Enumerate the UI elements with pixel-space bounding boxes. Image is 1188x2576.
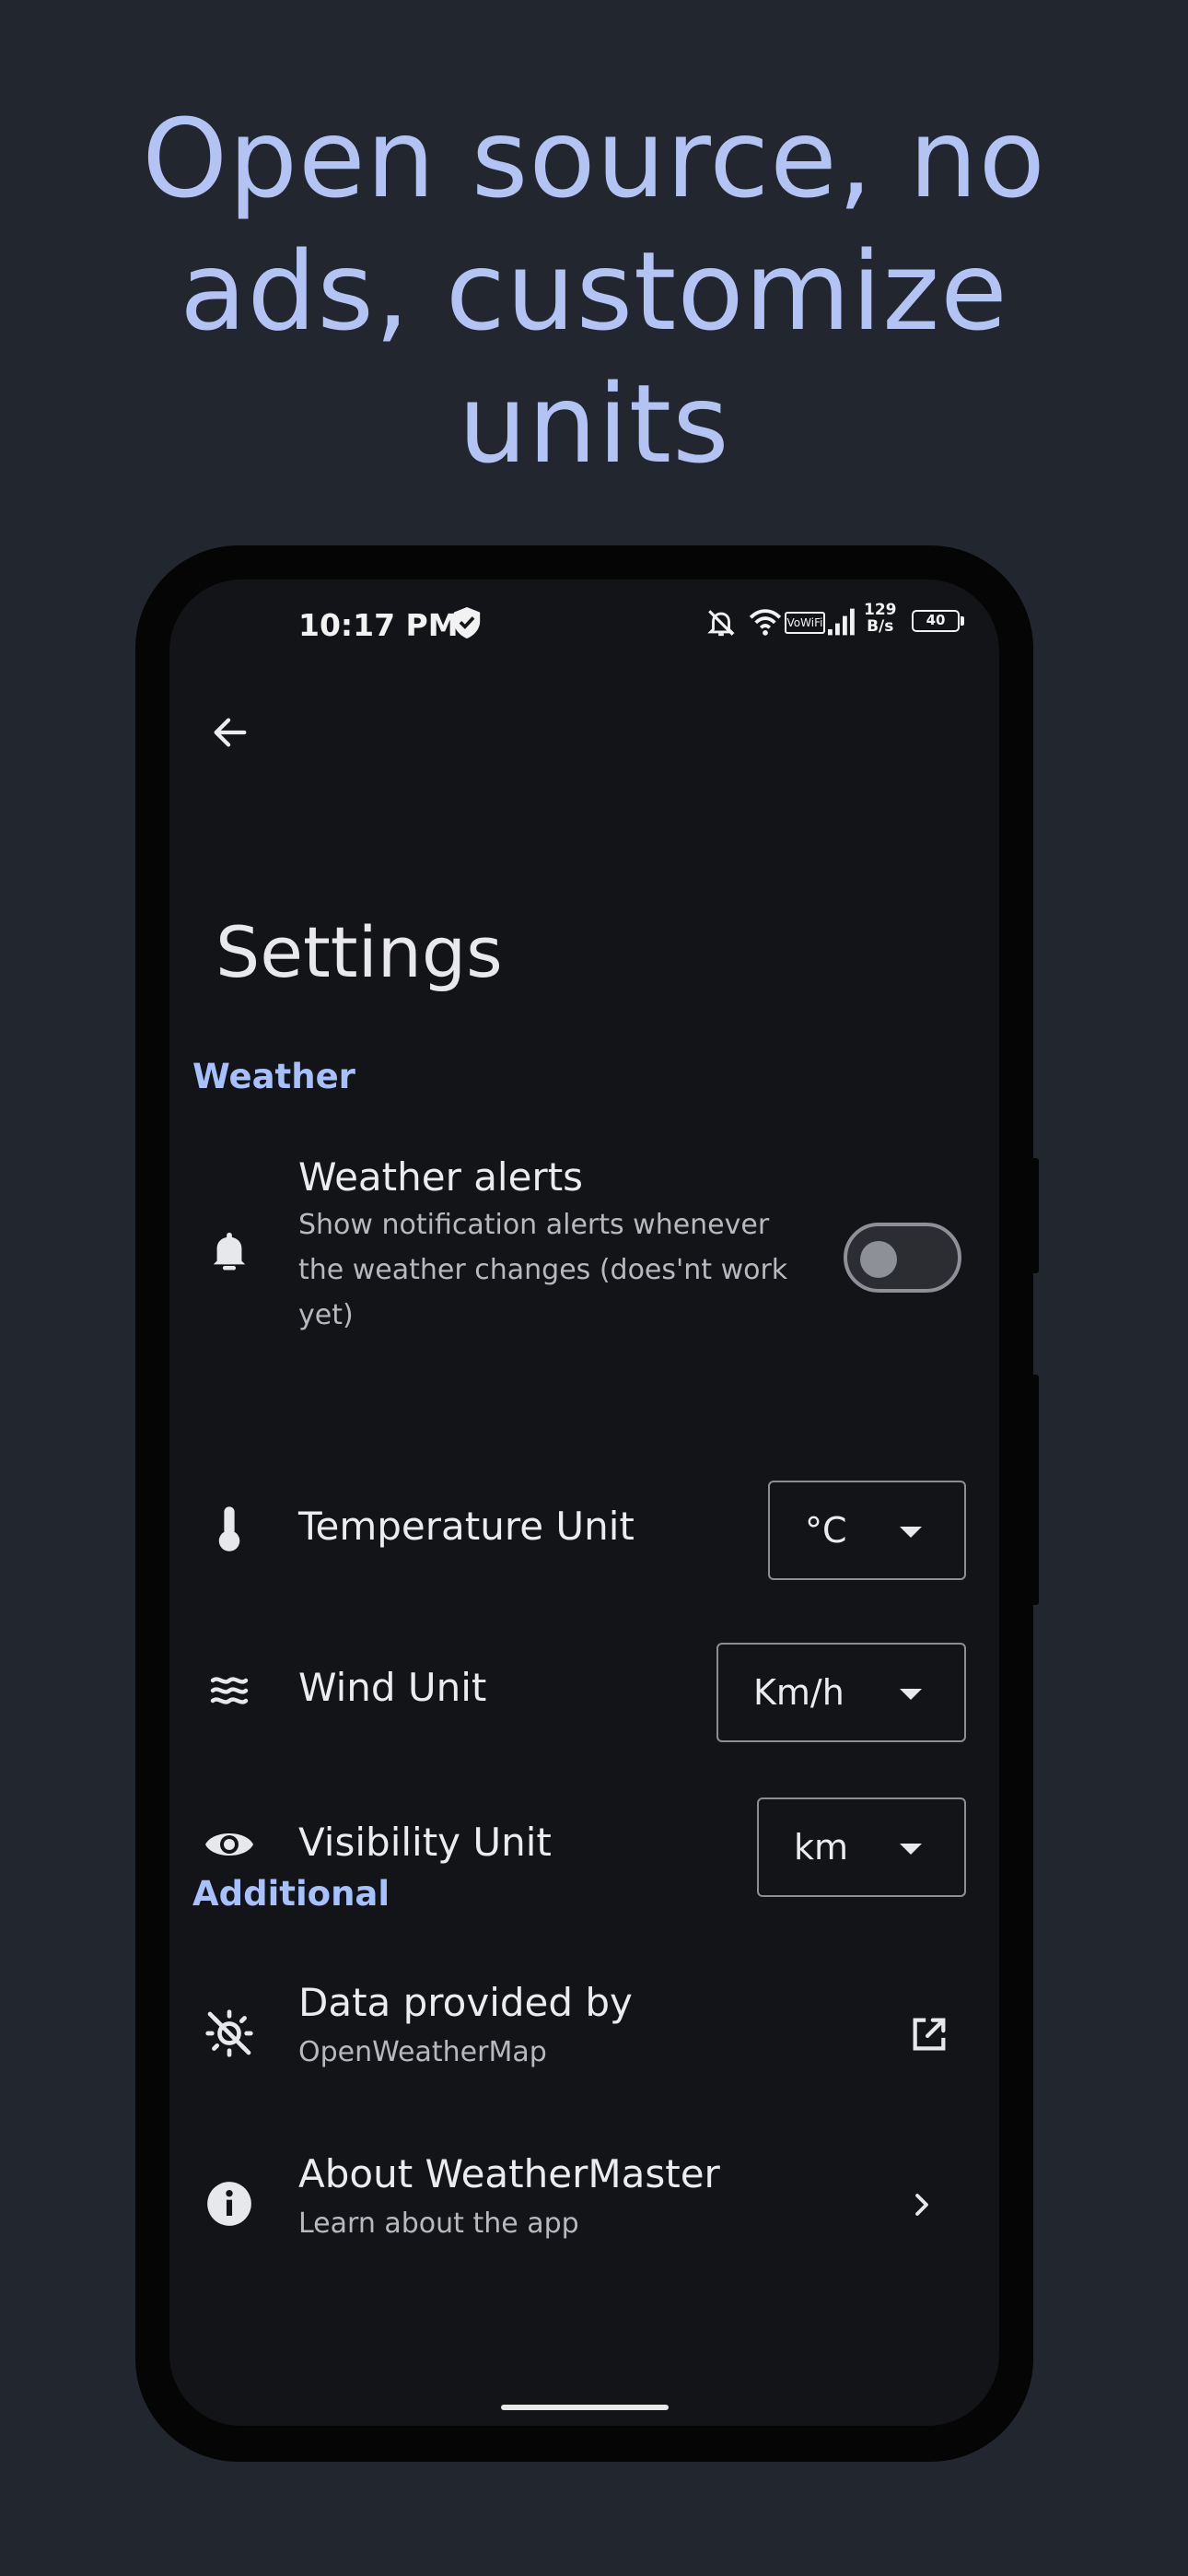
chevron-down-icon [900,1844,922,1855]
temperature-unit-title: Temperature Unit [298,1504,635,1549]
bell-off-icon [707,610,735,637]
temperature-unit-value: °C [805,1510,847,1551]
power-button [1030,1375,1039,1605]
bell-icon [202,1224,257,1280]
page-title: Settings [215,911,503,993]
eye-icon [202,1817,257,1872]
vowifi-icon: VoWiFi [785,612,825,634]
weather-alerts-toggle[interactable] [844,1223,961,1293]
weather-alerts-subtitle-line-1: Show notification alerts whenever [298,1209,770,1241]
net-speed: 129 B/s [864,602,897,635]
wind-unit-value: Km/h [753,1672,844,1713]
about-title: About WeatherMaster [298,2151,720,2196]
phone-frame: 10:17 PM VoWiFi 129 B/s 40 Settings Weat… [135,545,1039,2462]
status-time: 10:17 PM [298,607,459,643]
about-subtitle: Learn about the app [298,2207,579,2240]
status-bar: 10:17 PM VoWiFi 129 B/s 40 [169,580,999,672]
weather-alerts-subtitle-line-3: yet) [298,1299,354,1331]
headline-line-3: units [458,360,730,487]
weather-alerts-title: Weather alerts [298,1154,584,1200]
visibility-unit-dropdown[interactable]: km [757,1797,966,1897]
sun-icon [202,2006,257,2061]
net-speed-unit: B/s [867,617,894,636]
chevron-down-icon [900,1527,922,1538]
visibility-unit-title: Visibility Unit [298,1820,552,1865]
headline-line-2: ads, customize [180,228,1008,355]
wind-unit-dropdown[interactable]: Km/h [716,1643,966,1742]
section-header-additional: Additional [192,1874,390,1914]
info-icon [202,2176,257,2231]
home-indicator[interactable] [501,2405,669,2410]
chevron-down-icon [900,1689,922,1700]
thermometer-icon [202,1501,257,1556]
temperature-unit-dropdown[interactable]: °C [768,1481,966,1580]
visibility-unit-value: km [794,1827,849,1868]
open-external-icon[interactable] [902,2007,957,2062]
wifi-icon [749,609,782,636]
battery-icon: 40 [912,610,964,632]
toggle-knob [860,1241,897,1278]
phone-screen: 10:17 PM VoWiFi 129 B/s 40 Settings Weat… [169,580,999,2426]
promo-headline: Open source, no ads, customize units [0,92,1188,490]
data-provider-title: Data provided by [298,1980,633,2025]
net-speed-value: 129 [864,601,897,619]
volume-button [1030,1158,1039,1273]
arrow-back-icon [214,718,247,747]
battery-level: 40 [926,612,946,628]
data-provider-subtitle: OpenWeatherMap [298,2036,547,2068]
wind-unit-title: Wind Unit [298,1665,487,1710]
section-header-weather: Weather [192,1057,355,1096]
headline-line-1: Open source, no [142,95,1046,222]
shield-icon [453,607,481,638]
signal-icon [828,608,855,636]
wind-icon [202,1662,257,1717]
chevron-right-icon[interactable] [894,2177,949,2232]
weather-alerts-subtitle-line-2: the weather changes (does'nt work [298,1254,788,1286]
weather-alerts-subtitle: Show notification alerts whenever the we… [298,1202,787,1338]
back-button[interactable] [197,699,263,766]
